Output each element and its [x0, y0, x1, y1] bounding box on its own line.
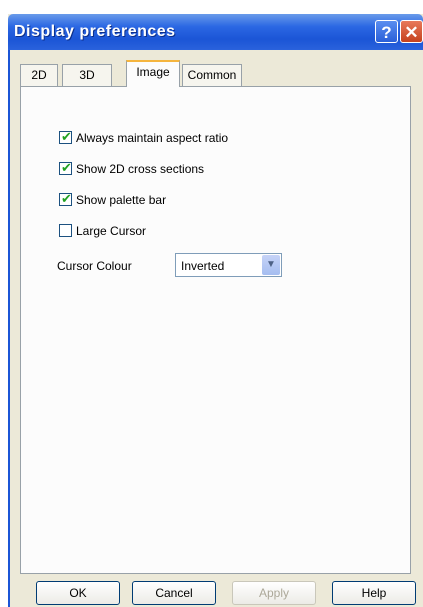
tab-image[interactable]: Image — [126, 60, 180, 87]
cancel-button[interactable]: Cancel — [132, 581, 216, 605]
checkmark-icon: ✔ — [61, 129, 72, 144]
window-border — [8, 50, 10, 607]
help-icon[interactable]: ? — [375, 20, 398, 43]
title-bar[interactable]: Display preferences ? ✕ — [8, 14, 423, 50]
cursor-colour-value: Inverted — [181, 259, 225, 273]
cursor-colour-label: Cursor Colour — [57, 259, 132, 273]
palette-bar-label: Show palette bar — [76, 193, 167, 207]
window-title: Display preferences — [14, 23, 176, 40]
ok-button[interactable]: OK — [36, 581, 120, 605]
tab-2d[interactable]: 2D — [20, 64, 58, 86]
checkmark-icon: ✔ — [61, 191, 72, 206]
aspect-ratio-checkbox[interactable]: ✔ — [59, 129, 72, 144]
checkmark-icon: ✔ — [61, 160, 72, 175]
large-cursor-checkbox[interactable] — [59, 224, 72, 237]
chevron-down-icon[interactable]: ▼ — [262, 255, 280, 275]
aspect-ratio-label: Always maintain aspect ratio — [76, 131, 229, 145]
apply-button[interactable]: Apply — [232, 581, 316, 605]
help-button[interactable]: Help — [332, 581, 416, 605]
display-preferences-dialog: Display preferences ? ✕ 2D 3D Image Comm… — [8, 14, 423, 607]
large-cursor-label: Large Cursor — [76, 224, 147, 238]
tab-3d[interactable]: 3D — [62, 64, 112, 86]
tab-common[interactable]: Common — [182, 64, 242, 86]
image-tab-panel: ✔ Always maintain aspect ratio ✔ Show 2D… — [20, 86, 411, 574]
palette-bar-checkbox[interactable]: ✔ — [59, 191, 72, 206]
cross-sections-checkbox[interactable]: ✔ — [59, 160, 72, 175]
cross-sections-label: Show 2D cross sections — [76, 162, 205, 176]
cursor-colour-select[interactable]: Inverted ▼ — [175, 253, 282, 277]
close-icon[interactable]: ✕ — [400, 20, 423, 43]
